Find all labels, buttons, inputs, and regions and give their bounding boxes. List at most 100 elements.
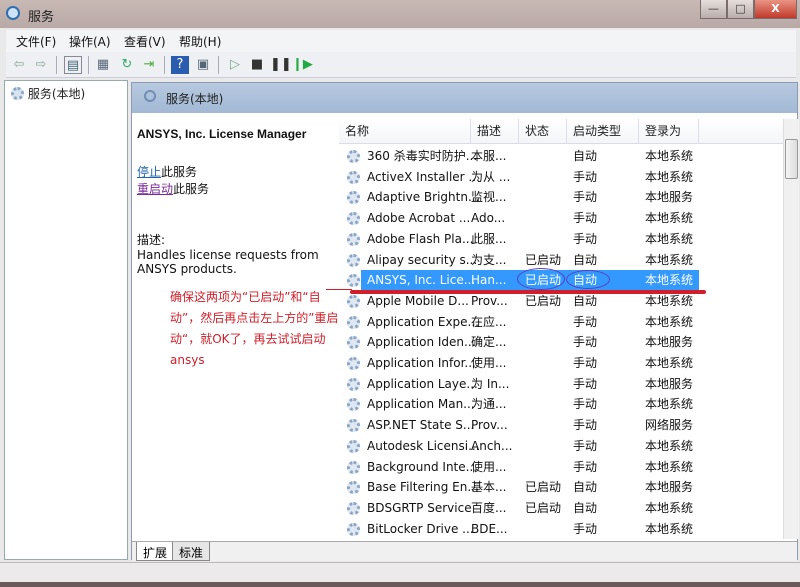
log-on-as-cell: 本地系统 [645, 356, 694, 370]
service-name-cell: ANSYS, Inc. Lice... [367, 273, 476, 288]
gear-icon [347, 460, 360, 474]
table-row[interactable]: Base Filtering En... 基本... 已启动 自动 本地服务 [339, 477, 783, 498]
tree-item-services-local[interactable]: 服务(本地) [11, 85, 85, 102]
restart-suffix: 此服务 [173, 182, 210, 196]
log-on-as-cell: 本地系统 [645, 169, 694, 184]
startup-type-cell: 手动 [573, 438, 598, 453]
startup-type-cell: 手动 [573, 356, 598, 370]
stop-icon[interactable]: ■ [248, 56, 266, 74]
column-description[interactable]: 描述 [471, 119, 519, 144]
startup-type-cell: 手动 [573, 231, 598, 246]
restart-icon[interactable]: ❙▶ [292, 56, 313, 74]
back-icon[interactable]: ⇦ [10, 56, 28, 74]
restart-service-link[interactable]: 重启动 [137, 182, 173, 196]
startup-type-cell: 自动 [573, 500, 598, 515]
table-row[interactable]: ASP.NET State S... Prov... 手动 网络服务 [339, 415, 783, 436]
pause-icon[interactable]: ❚❚ [270, 56, 292, 74]
menu-action[interactable]: 操作(A) [69, 33, 111, 50]
view-icon[interactable]: ▣ [194, 56, 212, 74]
column-name[interactable]: 名称 [339, 119, 471, 144]
description-cell: 为支... [471, 252, 507, 267]
gear-icon [347, 150, 360, 163]
export-icon[interactable]: ⇥ [140, 56, 158, 74]
table-row[interactable]: Background Inte... 使用... 手动 本地系统 [339, 457, 783, 478]
column-startup-type[interactable]: 启动类型 [567, 119, 639, 144]
table-row[interactable]: Application Laye... 为 In... 手动 本地服务 [339, 374, 783, 395]
service-name-cell: 360 杀毒实时防护... [367, 149, 478, 163]
table-row[interactable]: ActiveX Installer ... 为从 ... 手动 本地系统 [339, 167, 783, 188]
table-row[interactable]: Autodesk Licensi... Anch... 手动 本地系统 [339, 436, 783, 457]
gear-icon [347, 191, 360, 205]
menu-help[interactable]: 帮助(H) [179, 33, 221, 50]
log-on-as-cell: 本地系统 [645, 521, 694, 536]
pane-header: 服务(本地) [132, 83, 797, 113]
description-cell: 为通... [471, 397, 507, 412]
startup-type-cell: 自动 [573, 149, 598, 163]
status-cell: 已启动 [525, 500, 562, 515]
log-on-as-cell: 本地系统 [645, 273, 694, 288]
table-row[interactable]: BDSGRTP Service 百度... 已启动 自动 本地系统 [339, 498, 783, 519]
tab-standard[interactable]: 标准 [172, 542, 211, 561]
minimize-button[interactable]: — [700, 0, 727, 19]
table-row[interactable]: Adobe Acrobat ... Ado... 手动 本地系统 [339, 208, 783, 229]
menu-file[interactable]: 文件(F) [16, 33, 56, 50]
help-icon[interactable]: ? [171, 56, 189, 74]
scrollbar-thumb[interactable] [785, 139, 798, 179]
table-row[interactable]: 360 杀毒实时防护... 本服... 自动 本地系统 [339, 146, 783, 167]
gear-icon [347, 357, 360, 370]
column-log-on-as[interactable]: 登录为 [639, 119, 699, 144]
service-name-cell: Alipay security s... [367, 252, 478, 267]
annotation-circle-startup [566, 270, 610, 289]
menu-bar: 文件(F) 操作(A) 查看(V) 帮助(H) [6, 30, 796, 52]
start-icon[interactable]: ▷ [226, 56, 244, 74]
table-row[interactable]: BitLocker Drive ... BDE... 手动 本地系统 [339, 519, 783, 540]
tree-item-label: 服务(本地) [27, 87, 86, 101]
log-on-as-cell: 本地系统 [645, 500, 694, 515]
console-tree-icon[interactable]: ▤ [64, 56, 82, 74]
services-pane: 服务(本地) ANSYS, Inc. License Manager 停止此服务… [131, 82, 799, 561]
annotation-pointer-line [326, 289, 352, 290]
table-row[interactable]: Adaptive Brightn... 监视... 手动 本地服务 [339, 187, 783, 208]
startup-type-cell: 手动 [573, 521, 598, 536]
pane-title: 服务(本地) [166, 92, 224, 106]
gear-icon [347, 232, 360, 246]
tab-extended[interactable]: 扩展 [136, 542, 175, 561]
table-row[interactable]: Alipay security s... 为支... 已启动 自动 本地系统 [339, 250, 783, 271]
gear-icon [347, 377, 360, 391]
startup-type-cell: 手动 [573, 397, 598, 412]
startup-type-cell: 手动 [573, 314, 598, 329]
column-status[interactable]: 状态 [519, 119, 567, 144]
refresh-icon[interactable]: ↻ [118, 56, 136, 74]
table-row[interactable]: Adobe Flash Pla... 此服... 手动 本地系统 [339, 229, 783, 250]
stop-service-link[interactable]: 停止 [137, 165, 161, 179]
log-on-as-cell: 本地服务 [645, 335, 694, 350]
table-row[interactable]: Application Infor... 使用... 手动 本地系统 [339, 353, 783, 374]
log-on-as-cell: 本地服务 [645, 190, 694, 205]
service-name-cell: BitLocker Drive ... [367, 521, 474, 536]
service-name-cell: ActiveX Installer ... [367, 169, 480, 184]
startup-type-cell: 手动 [573, 190, 598, 205]
description-cell: BDE... [471, 521, 508, 536]
log-on-as-cell: 本地系统 [645, 149, 694, 163]
forward-icon[interactable]: ⇨ [32, 56, 50, 74]
properties-icon[interactable]: ▦ [94, 56, 112, 74]
description-cell: 使用... [471, 356, 507, 370]
vertical-scrollbar[interactable] [783, 119, 799, 539]
menu-view[interactable]: 查看(V) [124, 33, 166, 50]
log-on-as-cell: 本地系统 [645, 231, 694, 246]
gear-icon [347, 398, 360, 412]
table-row[interactable]: Application Man... 为通... 手动 本地系统 [339, 394, 783, 415]
service-name-cell: Adobe Flash Pla... [367, 231, 474, 246]
list-header: 名称 描述 状态 启动类型 登录为 [339, 119, 783, 144]
description-cell: 百度... [471, 500, 507, 515]
table-row[interactable]: Application Iden... 确定... 手动 本地服务 [339, 332, 783, 353]
description-text: Handles license requests from ANSYS prod… [137, 248, 319, 276]
maximize-button[interactable]: □ [727, 0, 754, 19]
window-title: 服务 [28, 10, 55, 25]
service-name-cell: Adobe Acrobat ... [367, 211, 471, 226]
gear-icon [347, 419, 360, 433]
close-button[interactable]: X [754, 0, 797, 19]
gear-icon [347, 481, 360, 495]
service-name-cell: Application Iden... [367, 335, 476, 350]
table-row[interactable]: Application Expe... 在应... 手动 本地系统 [339, 312, 783, 333]
